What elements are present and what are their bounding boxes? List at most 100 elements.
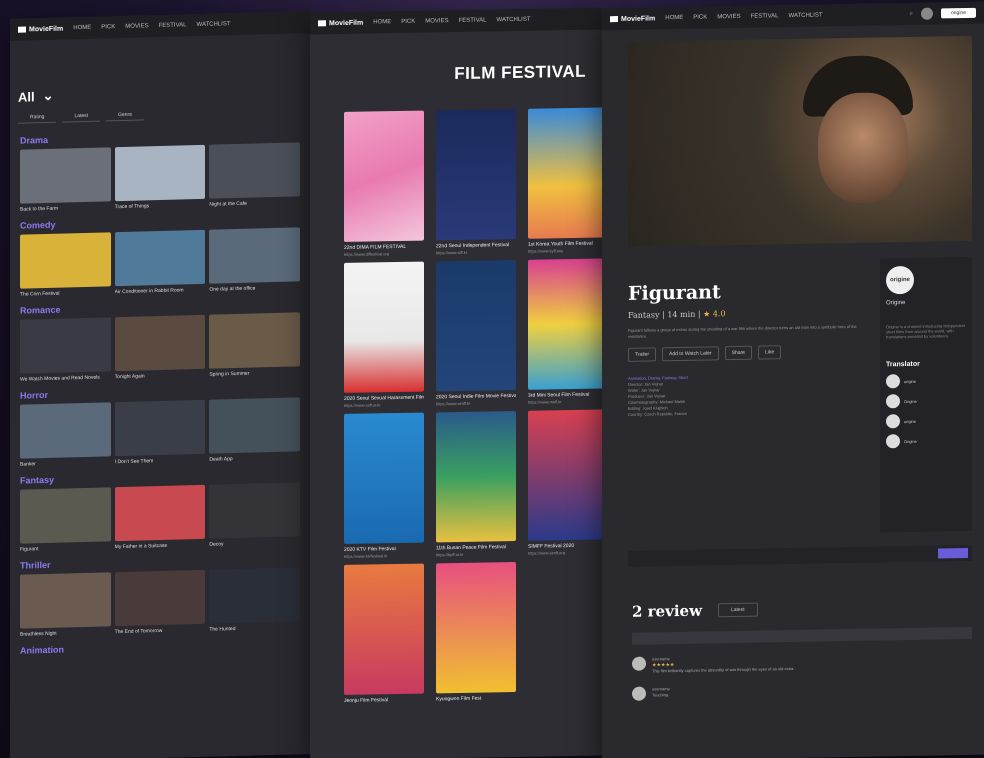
festival-poster-card[interactable]: SIMFF Festival 2020 https://www.simff.org <box>528 409 602 556</box>
festival-url[interactable]: https://www.simff.org <box>528 549 602 556</box>
movie-card[interactable]: Death App <box>209 397 301 463</box>
festival-url[interactable]: https://www.kyff.org <box>528 247 602 254</box>
movie-card[interactable]: My Father in a Suitcase <box>114 484 206 550</box>
nav-item-festival[interactable]: FESTIVAL <box>751 13 779 19</box>
movie-card[interactable]: Air Conditioner in Rabbit Room <box>114 229 206 295</box>
send-button[interactable] <box>938 547 968 559</box>
movie-card[interactable]: I Don't See Them <box>114 399 206 465</box>
translator-item[interactable]: Origine <box>886 393 966 409</box>
search-input[interactable]: origine <box>940 7 976 19</box>
nav-item-movies[interactable]: MOVIES <box>125 23 148 30</box>
trailer-button[interactable]: Trailer <box>628 347 656 362</box>
nav-item-pick[interactable]: PICK <box>693 14 707 20</box>
festival-url[interactable]: https://www.simff.kr <box>436 400 516 407</box>
festival-poster-grid: 22nd DIMA FILM FESTIVAL https://www.diffe… <box>310 107 602 705</box>
brand-logo[interactable]: MovieFilm <box>18 25 63 33</box>
festival-poster-card[interactable]: 2020 Seoul Sexual Harassment Film Festht… <box>344 261 424 408</box>
nav-item-pick[interactable]: PICK <box>401 19 415 25</box>
festival-poster-card[interactable]: 2020 KTV Film Festival https://www.ktvfes… <box>344 412 424 559</box>
translator-name: Origine <box>904 398 917 404</box>
nav-item-watchlist[interactable]: WATCHLIST <box>497 17 531 24</box>
logo-icon <box>18 26 26 33</box>
review-sort-select[interactable]: Latest <box>717 602 758 618</box>
watch-later-button[interactable]: Add to Watch Later <box>661 346 719 362</box>
nav-item-festival[interactable]: FESTIVAL <box>159 22 187 29</box>
festival-url[interactable]: https://www.siff.kr <box>436 249 516 256</box>
brand-logo[interactable]: MovieFilm <box>318 19 363 27</box>
translator-name: origine <box>904 378 917 384</box>
movie-card[interactable]: Trace of Things <box>114 144 206 210</box>
festival-url[interactable]: https://www.ssff.or.kr <box>344 402 424 408</box>
comment-bar[interactable] <box>628 544 972 567</box>
translator-avatar <box>886 394 900 409</box>
translator-item[interactable]: origine <box>886 413 966 429</box>
nav-item-watchlist[interactable]: WATCHLIST <box>789 12 823 19</box>
movie-card[interactable]: One day at the office <box>209 227 301 293</box>
genre-filter-select[interactable]: All ⌄ <box>18 81 302 104</box>
festival-poster-card[interactable] <box>528 560 602 701</box>
movie-card[interactable]: Figurant <box>20 487 111 553</box>
festival-url[interactable]: https://www.msff.kr <box>528 398 602 405</box>
festival-url[interactable]: https://www.ktvfestival.kr <box>344 553 424 559</box>
festival-poster-card[interactable]: 3rd Mini Seoul Film Festival https://www.… <box>528 258 602 405</box>
festival-poster-card[interactable]: Kyungwon Film Fest <box>436 561 516 703</box>
film-detail: Figurant Fantasy | 14 min | ★ 4.0 Figura… <box>602 241 984 538</box>
brand-logo[interactable]: MovieFilm <box>610 15 655 23</box>
movie-title: Tonight Again <box>114 373 145 381</box>
festival-url[interactable]: https://www.diffestival.org <box>344 251 424 257</box>
subfilter-genre[interactable]: Genre <box>106 109 144 122</box>
nav-item-home[interactable]: HOME <box>373 19 391 25</box>
festival-url[interactable]: https://bpff.or.kr <box>436 551 516 557</box>
movie-card[interactable]: The Corn Festival <box>20 232 111 298</box>
nav-item-watchlist[interactable]: WATCHLIST <box>197 21 231 28</box>
festival-poster-card[interactable]: 22nd Seoul Independent Festival https://w… <box>436 108 516 256</box>
genre-section: Drama Back to the Farm Trace of Things Nigh… <box>10 128 310 213</box>
channel-name[interactable]: Origine <box>886 299 966 306</box>
festival-url[interactable] <box>528 694 602 695</box>
movie-card[interactable]: Banker <box>20 402 111 468</box>
review-input[interactable] <box>632 626 972 645</box>
nav-item-home[interactable]: HOME <box>665 15 683 21</box>
thumb-row: Banker I Don't See Them Death App <box>20 397 301 468</box>
festival-poster-image <box>344 563 424 695</box>
channel-logo[interactable]: origine <box>886 265 914 295</box>
thumb-row: The Corn Festival Air Conditioner in Rabb… <box>20 227 301 298</box>
genre-section: Animation <box>10 638 310 656</box>
festival-poster-card[interactable]: 11th Busan Peace Film Festival https://bp… <box>436 410 516 557</box>
genre-title[interactable]: Animation <box>20 638 300 656</box>
subfilter-latest[interactable]: Latest <box>62 110 101 123</box>
nav-item-movies[interactable]: MOVIES <box>717 14 740 20</box>
movie-card[interactable]: Tonight Again <box>114 314 206 381</box>
festival-url[interactable] <box>344 704 424 705</box>
nav-item-festival[interactable]: FESTIVAL <box>459 17 487 23</box>
movie-thumbnail <box>209 397 301 454</box>
movie-card[interactable]: The Hunted <box>209 567 301 633</box>
like-button[interactable]: Like <box>757 345 782 360</box>
movie-card[interactable]: Back to the Farm <box>20 147 111 213</box>
movie-card[interactable]: We Watch Movies and Read Novels <box>20 317 111 383</box>
search-icon[interactable]: ⌕ <box>910 10 913 17</box>
genre-list: Drama Back to the Farm Trace of Things Nigh… <box>10 128 310 656</box>
nav-item-home[interactable]: HOME <box>73 25 91 31</box>
festival-poster-card[interactable]: 1st Korea Youth Film Festival https://www… <box>528 107 602 254</box>
movie-card[interactable]: Night at the Cafe <box>209 142 301 208</box>
festival-poster-card[interactable]: 22nd DIMA FILM FESTIVAL https://www.diffe… <box>344 110 424 257</box>
movie-card[interactable]: The End of Tomorrow <box>114 569 206 635</box>
translator-item[interactable]: Origine <box>886 433 966 449</box>
festival-poster-card[interactable]: Jeonju Film Festival <box>344 563 424 705</box>
nav-item-pick[interactable]: PICK <box>101 24 115 30</box>
film-still[interactable] <box>628 35 972 247</box>
movie-card[interactable]: Breathless Night <box>20 572 111 638</box>
movie-thumbnail <box>209 227 301 284</box>
movie-thumbnail <box>20 232 111 289</box>
movie-card[interactable]: Decoy <box>209 482 301 548</box>
festival-url[interactable] <box>436 702 516 703</box>
translator-item[interactable]: origine <box>886 373 966 389</box>
genre-browse-screen: MovieFilm HOME PICK MOVIES FESTIVAL WATC… <box>10 11 310 758</box>
avatar[interactable] <box>920 7 933 20</box>
share-button[interactable]: Share <box>724 345 752 361</box>
subfilter-rating[interactable]: Rating <box>18 111 57 124</box>
festival-poster-card[interactable]: 2020 Seoul Indie Film Movie Festival http… <box>436 259 516 407</box>
movie-card[interactable]: Spring in Summer <box>209 312 301 378</box>
nav-item-movies[interactable]: MOVIES <box>425 18 448 24</box>
